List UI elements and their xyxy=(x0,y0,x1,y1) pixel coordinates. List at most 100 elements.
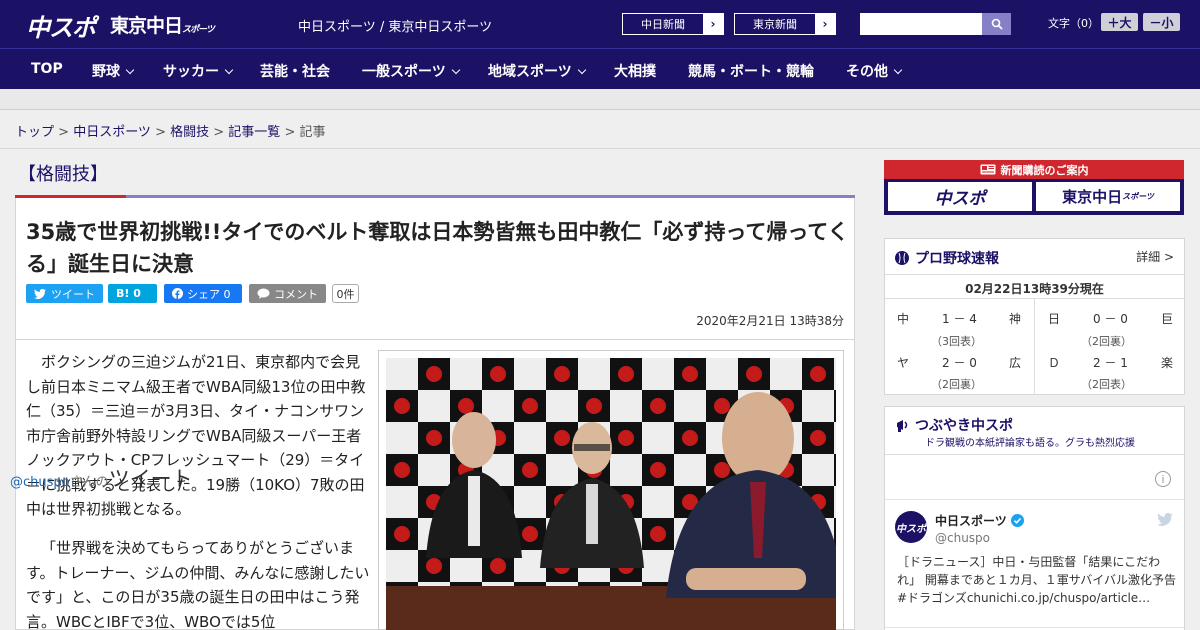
font-size-up-button[interactable]: ＋大 xyxy=(1101,13,1138,31)
nav-baseball[interactable]: 野球 xyxy=(92,61,135,81)
breadcrumb-article-list[interactable]: 記事一覧 xyxy=(228,125,280,140)
avatar[interactable]: 中スポ xyxy=(895,511,927,543)
tokyo-logo-sub: スポーツ xyxy=(182,25,215,35)
breadcrumb-sep: > xyxy=(54,125,74,140)
nav-regional-sports[interactable]: 地域スポーツ xyxy=(488,61,586,81)
nav-label: その他 xyxy=(846,64,888,80)
tweet-account-handle[interactable]: @chuspo xyxy=(935,531,990,545)
account-name-text: 中日スポーツ xyxy=(935,514,1007,528)
nav-label: 大相撲 xyxy=(614,64,656,80)
article-date: 2020年2月21日 13時38分 xyxy=(696,314,844,328)
chevron-down-icon xyxy=(893,65,903,75)
game-inning: （2回裏） xyxy=(931,378,982,391)
speech-bubble-icon xyxy=(257,288,270,299)
search-button[interactable] xyxy=(982,13,1011,35)
divider xyxy=(1034,299,1035,395)
nav-soccer[interactable]: サッカー xyxy=(163,61,234,81)
team-away: 神 xyxy=(1009,312,1022,326)
subscribe-tokyo-logo: 東京中日 xyxy=(1062,188,1123,206)
article-paragraph: 「世界戦を決めてもらってありがとうございます。トレーナー、ジムの仲間、みんなに感… xyxy=(26,539,370,630)
article-headline: 35歳で世界初挑戦!!タイでのベルト奪取は日本勢皆無も田中教仁「必ず持って帰って… xyxy=(26,220,849,276)
tweet-button[interactable]: ツイート xyxy=(26,284,103,303)
tweets-subtitle: ドラ観戦の本紙評論家も語る。グラも熱烈応援 xyxy=(925,438,1135,449)
baseball-title-text: プロ野球速報 xyxy=(915,251,999,267)
nav-label: TOP xyxy=(31,61,63,77)
subscription-banner[interactable]: 新聞購読のご案内 中スポ 東京中日 スポーツ xyxy=(884,160,1184,215)
game-score[interactable]: 2 － 0 xyxy=(942,354,977,371)
divider xyxy=(0,148,1200,149)
game-inning: （2回裏） xyxy=(1081,335,1132,348)
font-size-down-button[interactable]: －小 xyxy=(1143,13,1180,31)
breadcrumb-sep: > xyxy=(150,125,171,140)
article-header: 35歳で世界初挑戦!!タイでのベルト奪取は日本勢皆無も田中教仁「必ず持って帰って… xyxy=(15,198,855,340)
baseball-title: プロ野球速報 xyxy=(895,248,999,268)
info-icon[interactable]: i xyxy=(1155,471,1171,487)
chevron-down-icon xyxy=(451,65,460,75)
nav-sumo[interactable]: 大相撲 xyxy=(614,61,656,81)
nav-entertainment[interactable]: 芸能・社会 xyxy=(260,61,330,81)
baseball-timestamp: 02月22日13時39分現在 xyxy=(965,282,1104,296)
breadcrumb-sep: > xyxy=(280,125,300,140)
game-score[interactable]: 2 － 1 xyxy=(1093,354,1128,371)
chunichi-shimbun-button[interactable]: 中日新聞 › xyxy=(622,13,724,35)
nav-top[interactable]: TOP xyxy=(31,61,63,77)
comment-count: 0件 xyxy=(332,284,359,303)
tokyo-shimbun-button[interactable]: 東京新聞 › xyxy=(734,13,836,35)
newspaper-icon xyxy=(980,164,995,175)
nav-other[interactable]: その他 xyxy=(846,61,903,81)
team-away: 広 xyxy=(1009,356,1022,370)
tweets-handle[interactable]: @chuspo xyxy=(10,475,70,490)
baseball-icon xyxy=(895,251,909,265)
nav-label: 競馬・ボート・競輪 xyxy=(688,64,814,80)
breadcrumb-sep: > xyxy=(209,125,229,140)
subscribe-tokyo-chunichi[interactable]: 東京中日 スポーツ xyxy=(1036,182,1180,211)
chevron-down-icon xyxy=(577,65,586,75)
divider xyxy=(885,454,1184,455)
baseball-detail-link[interactable]: 詳細 > xyxy=(1136,248,1174,265)
hatena-bookmark-button[interactable]: B! 0 xyxy=(108,284,157,303)
subscription-title-text: 新聞購読のご案内 xyxy=(1000,163,1089,177)
nav-general-sports[interactable]: 一般スポーツ xyxy=(362,61,460,81)
team-home: 中 xyxy=(897,312,910,326)
breadcrumb-chuspo[interactable]: 中日スポーツ xyxy=(73,125,151,140)
breadcrumb-current: 記事 xyxy=(299,125,326,140)
breadcrumb-fighting[interactable]: 格闘技 xyxy=(170,125,209,140)
verified-badge-icon xyxy=(1010,514,1024,527)
chuspo-logo[interactable]: 中スポ xyxy=(26,8,96,42)
breadcrumb-top[interactable]: トップ xyxy=(15,125,54,140)
search-input[interactable] xyxy=(860,13,982,35)
subscription-title: 新聞購読のご案内 xyxy=(884,160,1184,179)
game-score[interactable]: 1 － 4 xyxy=(942,310,977,327)
main-nav: TOP 野球 サッカー 芸能・社会 一般スポーツ 地域スポーツ 大相撲 競馬・ボ… xyxy=(0,48,1200,89)
tweets-box: つぶやき中スポ ドラ観戦の本紙評論家も語る。グラも熱烈応援 i 中スポ 中日スポ… xyxy=(884,406,1185,630)
divider xyxy=(885,274,1184,275)
subscribe-tokyo-logo-sub: スポーツ xyxy=(1122,192,1154,201)
facebook-share-button[interactable]: シェア 0 xyxy=(164,284,242,303)
tweets-heading-text: ツイート xyxy=(108,467,193,491)
nav-label: サッカー xyxy=(163,64,219,80)
comment-label: コメント xyxy=(274,287,318,301)
article-photo[interactable] xyxy=(386,358,836,630)
facebook-share-label: シェア 0 xyxy=(187,287,231,301)
subscribe-chuspo[interactable]: 中スポ xyxy=(888,182,1032,211)
team-home: 日 xyxy=(1048,312,1061,326)
chevron-right-icon: › xyxy=(703,14,723,34)
facebook-icon xyxy=(172,288,183,299)
breadcrumb: トップ > 中日スポーツ > 格闘技 > 記事一覧 > 記事 xyxy=(15,121,326,140)
comment-button[interactable]: コメント xyxy=(249,284,326,303)
baseball-scores-box: プロ野球速報 詳細 > 02月22日13時39分現在 中 1 － 4 神 （3回… xyxy=(884,238,1185,395)
tweet-account-name[interactable]: 中日スポーツ xyxy=(935,512,1024,529)
site-link[interactable]: 中日スポーツ / 東京中日スポーツ xyxy=(298,16,492,35)
hatena-label: B! 0 xyxy=(116,287,141,300)
game-score[interactable]: 0 － 0 xyxy=(1093,310,1128,327)
article-paragraph: ボクシングの三迫ジムが21日、東京都内で会見し前日本ミニマム級王者でWBA同級1… xyxy=(26,353,366,518)
tweets-title-text: つぶやき中スポ xyxy=(915,418,1013,434)
tweets-heading: @chuspoさんのツイート xyxy=(10,463,193,493)
twitter-bird-icon[interactable] xyxy=(1157,513,1173,526)
team-away: 楽 xyxy=(1161,356,1174,370)
team-home: Ｄ xyxy=(1048,356,1061,370)
nav-racing[interactable]: 競馬・ボート・競輪 xyxy=(688,61,814,81)
divider xyxy=(885,499,1184,500)
tokyo-chunichi-logo[interactable]: 東京中日スポーツ xyxy=(110,11,215,38)
ad-band xyxy=(0,89,1200,110)
